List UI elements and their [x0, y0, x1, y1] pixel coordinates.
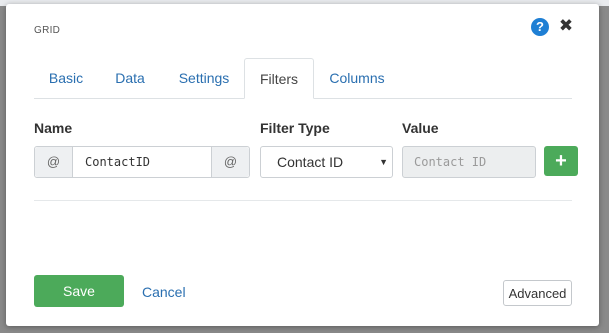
help-icon[interactable]: ? [531, 18, 549, 36]
name-column-label: Name [34, 120, 73, 136]
filter-type-selected-value: Contact ID [277, 154, 344, 170]
divider [34, 200, 572, 201]
name-field[interactable] [73, 147, 211, 177]
filter-type-select[interactable]: Contact ID ▼ [260, 146, 393, 178]
name-suffix-addon: @ [211, 147, 249, 177]
name-prefix-addon: @ [35, 147, 73, 177]
cancel-link[interactable]: Cancel [142, 284, 186, 300]
add-filter-button[interactable]: + [544, 146, 578, 176]
tab-basic[interactable]: Basic [34, 58, 98, 98]
advanced-button[interactable]: Advanced [503, 280, 572, 306]
value-column-label: Value [402, 120, 439, 136]
tab-data[interactable]: Data [98, 58, 162, 98]
save-button[interactable]: Save [34, 275, 124, 307]
chevron-down-icon: ▼ [379, 157, 388, 167]
filter-type-column-label: Filter Type [260, 120, 330, 136]
tab-columns[interactable]: Columns [314, 58, 400, 98]
tab-bar: Basic Data Settings Filters Columns [34, 58, 572, 99]
tab-filters[interactable]: Filters [244, 58, 314, 99]
dialog-title: GRID [34, 25, 61, 36]
tab-settings[interactable]: Settings [162, 58, 246, 98]
name-input-group: @ @ [34, 146, 250, 178]
close-icon[interactable]: ✖ [558, 16, 574, 36]
grid-dialog: GRID ? ✖ Basic Data Settings Filters Col… [6, 4, 599, 326]
value-field[interactable] [402, 146, 536, 178]
